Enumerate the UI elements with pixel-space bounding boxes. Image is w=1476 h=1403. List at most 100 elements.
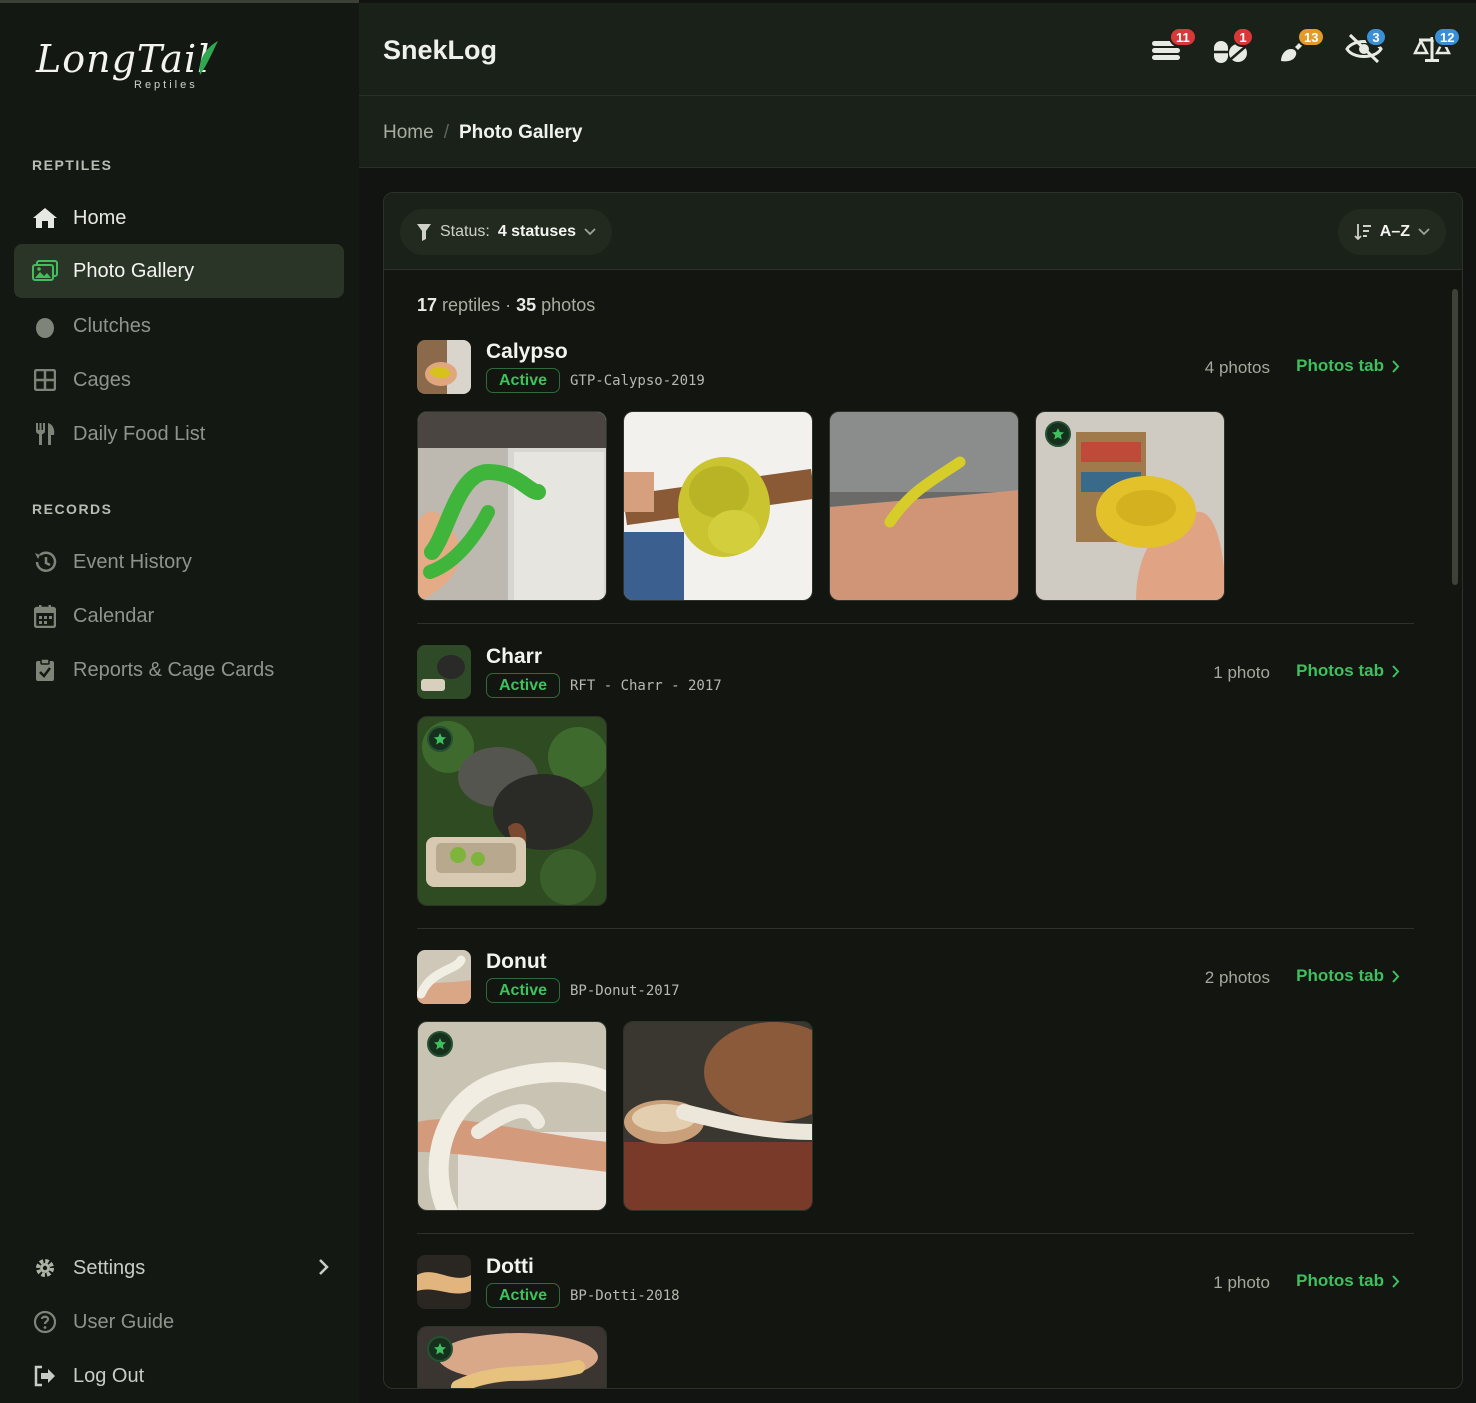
sort-icon <box>1354 224 1371 241</box>
reptile-name[interactable]: Calypso <box>486 340 568 364</box>
photo-row <box>417 716 607 906</box>
reptile-avatar[interactable] <box>417 340 471 394</box>
sidebar-item-label: Cages <box>73 368 131 391</box>
badge-count: 12 <box>1433 27 1462 47</box>
photos-tab-link[interactable]: Photos tab <box>1296 356 1400 376</box>
chevron-right-icon <box>1392 1274 1400 1288</box>
images-icon <box>32 258 58 284</box>
gallery-card: Status: 4 statuses A–Z 17 reptiles · 35 p… <box>383 192 1463 1389</box>
grid-icon <box>32 367 58 393</box>
group-divider <box>417 623 1414 624</box>
reptile-photo[interactable] <box>417 1326 607 1388</box>
home-icon <box>32 205 58 231</box>
status-badge: Active <box>486 368 561 393</box>
food-alert-button[interactable]: 11 <box>1149 27 1197 67</box>
gear-icon <box>32 1255 58 1281</box>
chevron-right-icon <box>318 1258 330 1282</box>
hidden-alert-button[interactable]: 3 <box>1345 27 1387 67</box>
featured-star-icon[interactable] <box>427 1031 453 1057</box>
photo-row <box>417 1021 813 1211</box>
sort-button[interactable]: A–Z <box>1337 209 1446 255</box>
reptile-avatar[interactable] <box>417 645 471 699</box>
featured-star-icon[interactable] <box>427 1336 453 1362</box>
egg-icon <box>32 313 58 339</box>
sidebar-item-label: Calendar <box>73 604 155 627</box>
chevron-down-icon <box>584 228 596 236</box>
sidebar: LongTail Reptiles REPTILES Home Photo Ga… <box>0 0 359 1403</box>
filter-label: Status: <box>440 223 490 240</box>
photo-count: 4 photos <box>1204 358 1270 377</box>
reptile-photo[interactable] <box>623 1021 813 1211</box>
sidebar-item-reports[interactable]: Reports & Cage Cards <box>14 643 344 697</box>
sidebar-item-label: Event History <box>73 550 192 573</box>
chevron-right-icon <box>1392 664 1400 678</box>
scrollbar-thumb[interactable] <box>1452 289 1458 585</box>
photo-row <box>417 411 1225 601</box>
top-header: SnekLog 11 1 13 3 12 <box>359 3 1476 96</box>
utensils-icon <box>32 421 58 447</box>
photos-tab-link[interactable]: Photos tab <box>1296 966 1400 986</box>
breadcrumb: Home / Photo Gallery <box>383 122 583 144</box>
chevron-down-icon <box>1418 228 1430 236</box>
sidebar-item-label: Clutches <box>73 314 151 337</box>
reptile-name[interactable]: Donut <box>486 950 547 974</box>
question-icon <box>32 1309 58 1335</box>
photo-count: 1 photo <box>1213 663 1270 682</box>
sidebar-item-clutches[interactable]: Clutches <box>14 299 344 353</box>
sort-label: A–Z <box>1379 223 1410 240</box>
breadcrumb-current: Photo Gallery <box>458 122 583 143</box>
brand-logo[interactable]: LongTail Reptiles <box>36 37 226 97</box>
reptile-photo[interactable] <box>417 716 607 906</box>
app-title: SnekLog <box>383 35 498 65</box>
sidebar-item-photo-gallery[interactable]: Photo Gallery <box>14 244 344 298</box>
featured-star-icon[interactable] <box>427 726 453 752</box>
sidebar-item-label: Settings <box>73 1256 146 1279</box>
breadcrumb-home[interactable]: Home <box>383 122 434 144</box>
breadcrumb-bar: Home / Photo Gallery <box>359 96 1476 168</box>
chevron-right-icon <box>1392 359 1400 373</box>
chevron-right-icon <box>1392 969 1400 983</box>
sidebar-item-daily-food-list[interactable]: Daily Food List <box>14 407 344 461</box>
medication-alert-button[interactable]: 1 <box>1212 27 1254 67</box>
photo-count: 2 photos <box>1204 968 1270 987</box>
reptile-code: RFT - Charr - 2017 <box>570 678 722 694</box>
badge-count: 3 <box>1365 27 1387 47</box>
reptile-photo[interactable] <box>623 411 813 601</box>
gallery-scroll-area[interactable]: 17 reptiles · 35 photos Calypso Active G… <box>384 271 1462 1388</box>
sidebar-item-label: Daily Food List <box>73 422 206 445</box>
brand-name: LongTail <box>36 37 211 81</box>
reptile-photo[interactable] <box>417 1021 607 1211</box>
sidebar-item-calendar[interactable]: Calendar <box>14 589 344 643</box>
status-filter-button[interactable]: Status: 4 statuses <box>400 209 613 255</box>
cleaning-alert-button[interactable]: 13 <box>1277 27 1326 67</box>
group-divider <box>417 928 1414 929</box>
sidebar-item-label: Photo Gallery <box>73 259 195 282</box>
reptile-group: Donut Active BP-Donut-2017 2 photos Phot… <box>417 950 1414 1240</box>
reptile-group: Charr Active RFT - Charr - 2017 1 photo … <box>417 645 1414 935</box>
brand-sub: Reptiles <box>134 79 198 91</box>
featured-star-icon[interactable] <box>1045 421 1071 447</box>
reptile-group: Calypso Active GTP-Calypso-2019 4 photos… <box>417 340 1414 630</box>
reptile-photo[interactable] <box>417 411 607 601</box>
calendar-icon <box>32 603 58 629</box>
reptile-name[interactable]: Dotti <box>486 1255 534 1279</box>
photo-row <box>417 1326 607 1388</box>
reptile-name[interactable]: Charr <box>486 645 542 669</box>
gallery-toolbar: Status: 4 statuses A–Z <box>384 193 1462 270</box>
reptile-avatar[interactable] <box>417 950 471 1004</box>
sidebar-item-logout[interactable]: Log Out <box>14 1349 344 1403</box>
photos-tab-link[interactable]: Photos tab <box>1296 661 1400 681</box>
sidebar-item-settings[interactable]: Settings <box>14 1241 344 1295</box>
reptile-photo[interactable] <box>1035 411 1225 601</box>
badge-count: 13 <box>1297 27 1326 47</box>
photos-tab-link[interactable]: Photos tab <box>1296 1271 1400 1291</box>
sidebar-item-home[interactable]: Home <box>14 191 344 245</box>
weigh-alert-button[interactable]: 12 <box>1412 27 1462 67</box>
reptile-avatar[interactable] <box>417 1255 471 1309</box>
sidebar-item-cages[interactable]: Cages <box>14 353 344 407</box>
sidebar-item-user-guide[interactable]: User Guide <box>14 1295 344 1349</box>
sidebar-item-event-history[interactable]: Event History <box>14 535 344 589</box>
gallery-summary: 17 reptiles · 35 photos <box>417 295 596 315</box>
reptile-code: BP-Donut-2017 <box>570 983 680 999</box>
reptile-photo[interactable] <box>829 411 1019 601</box>
